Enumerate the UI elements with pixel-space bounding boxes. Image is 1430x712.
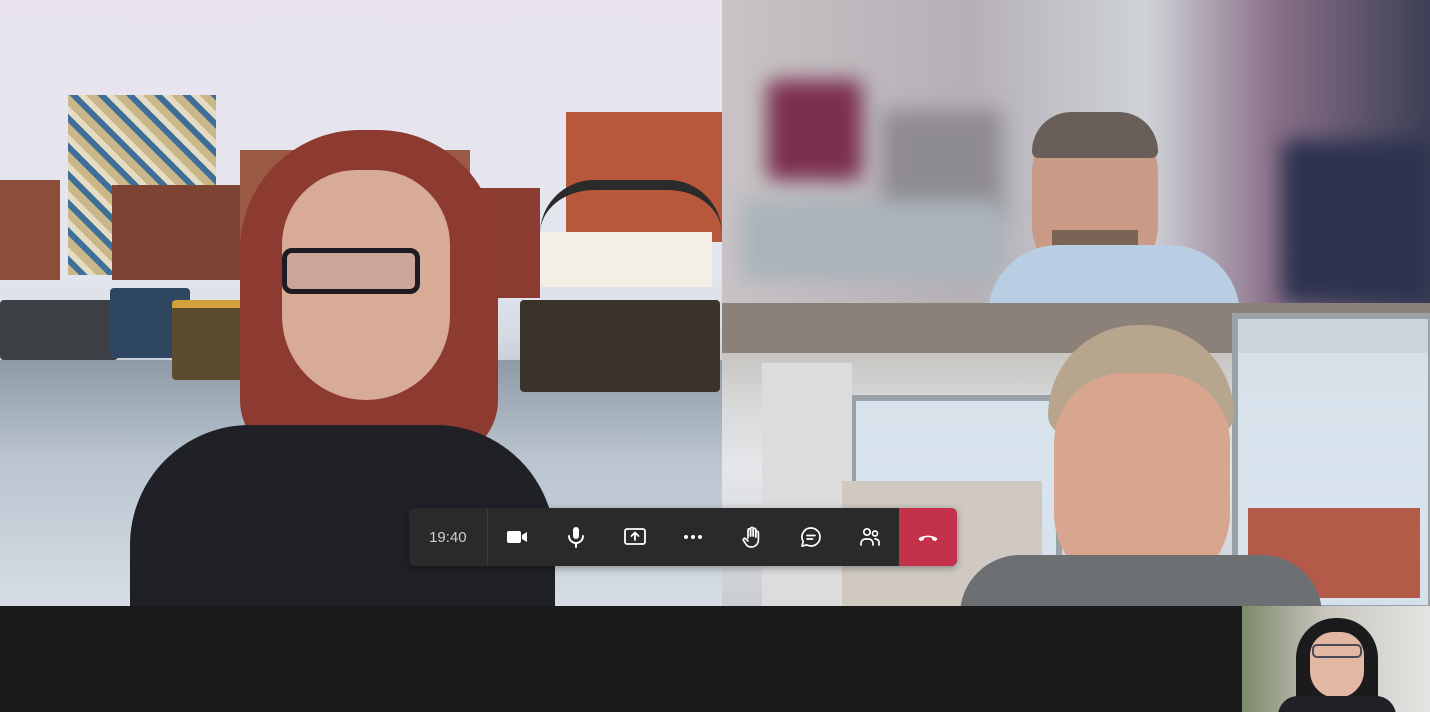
background-bridge [540,180,722,234]
glasses-frame [282,248,420,294]
chat-bubble-icon [801,527,821,547]
raise-hand-icon [742,526,760,548]
participant-hair [1032,112,1158,158]
participant-top [1278,696,1396,712]
glasses-frame [1312,644,1362,658]
blurred-background-shape [742,200,1002,280]
video-tile-participant-2[interactable] [722,0,1430,303]
participants-button[interactable] [840,508,899,566]
blurred-background-shape [1282,140,1430,303]
participant-shirt [988,245,1240,303]
share-screen-button[interactable] [605,508,664,566]
background-canalside-building [540,232,712,287]
share-screen-icon [623,528,646,545]
hang-up-icon [918,535,938,542]
background-building-brick [0,180,60,280]
mic-toggle-button[interactable] [547,508,606,566]
chat-button[interactable] [782,508,841,566]
microphone-icon [567,527,584,548]
self-view-tile[interactable] [1242,606,1430,712]
background-building-brick [112,185,242,280]
background-boat [0,300,118,360]
call-controls-toolbar: 19:40 [409,508,957,566]
ellipsis-icon [684,535,703,539]
camera-toggle-button[interactable] [488,508,547,566]
leave-call-button[interactable] [899,508,957,566]
meeting-timer: 19:40 [409,508,488,566]
more-actions-button[interactable] [664,508,723,566]
participant-face [1310,632,1364,698]
video-camera-icon [507,531,528,543]
people-icon [859,527,880,546]
background-boat [520,300,720,392]
blurred-background-shape [767,80,862,180]
raise-hand-button[interactable] [723,508,782,566]
participant-shirt [960,555,1322,606]
background-pillar [762,363,852,606]
